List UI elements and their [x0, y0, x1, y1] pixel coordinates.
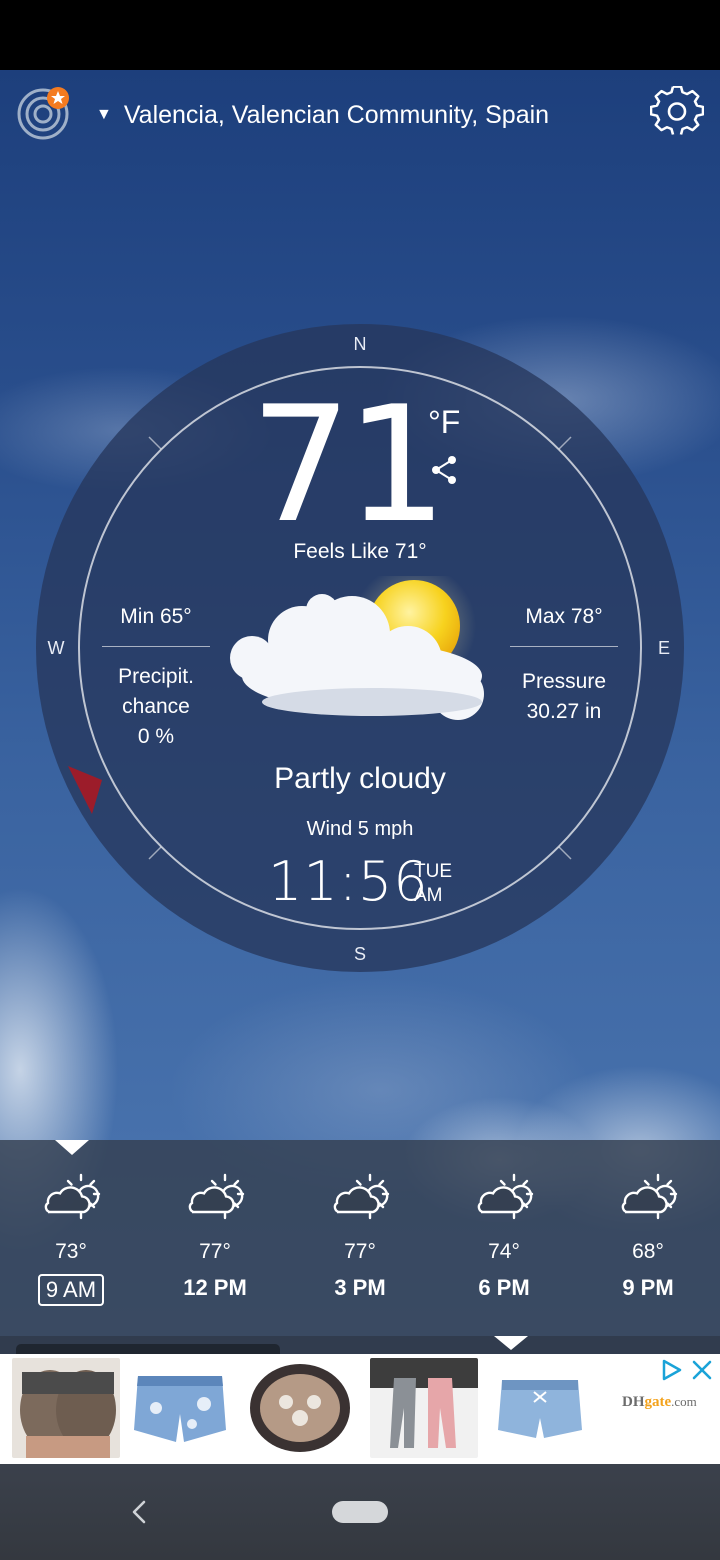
denim-shorts-product[interactable] [12, 1358, 120, 1458]
precip-value: 0 % [137, 725, 175, 748]
brand-gate: gate [644, 1394, 672, 1410]
gear-icon [649, 85, 705, 135]
hourly-temperature: 68° [632, 1240, 664, 1263]
strip-pointer [494, 1336, 528, 1350]
settings-button[interactable] [649, 85, 705, 140]
partly-cloudy-icon [621, 1173, 678, 1220]
drag-handle[interactable] [16, 1344, 280, 1354]
temperature-unit[interactable]: °F [428, 404, 460, 441]
hourly-temperature: 74° [488, 1240, 520, 1263]
hourly-time: 12 PM [183, 1275, 247, 1300]
leggings-product[interactable] [370, 1358, 478, 1458]
partly-cloudy-icon [333, 1173, 390, 1220]
wind-speed: Wind 5 mph [306, 818, 414, 840]
divider-right [510, 646, 618, 647]
status-bar [0, 0, 720, 70]
hourly-temperature: 77° [199, 1240, 231, 1263]
pressure-label: Pressure [521, 670, 607, 693]
day-ampm: TUE AM [414, 860, 452, 908]
precipitation-chance: Precipit. chance 0 % [96, 662, 216, 752]
brand-dh: DH [622, 1394, 645, 1410]
partly-cloudy-large-icon [230, 576, 484, 720]
radar-icon [17, 87, 69, 140]
location-name: Valencia, Valencian Community, Spain [123, 100, 550, 129]
back-icon[interactable] [126, 1494, 152, 1530]
partly-cloudy-icon [44, 1173, 101, 1220]
ad-brand-logo[interactable]: DHgate.com [622, 1394, 708, 1411]
hourly-temperature: 77° [344, 1240, 376, 1263]
hourly-item[interactable]: 77° 3 PM [310, 1172, 410, 1312]
am-pm: AM [414, 885, 443, 906]
share-icon [432, 456, 456, 484]
radar-button[interactable] [16, 86, 72, 142]
lace-up-shorts-product[interactable] [486, 1358, 594, 1458]
hourly-temperature: 73° [55, 1240, 87, 1263]
hourly-time: 3 PM [334, 1275, 386, 1300]
hourly-item[interactable]: 73° 9 AM [21, 1172, 121, 1312]
home-pill[interactable] [332, 1501, 388, 1523]
max-temperature: Max 78° [525, 605, 603, 628]
day-of-week: TUE [414, 861, 452, 882]
location-selector[interactable]: ▼ Valencia, Valencian Community, Spain [96, 98, 549, 132]
dropdown-caret-icon: ▼ [96, 106, 112, 123]
current-temperature: 71 [250, 371, 448, 558]
pearl-oyster-product[interactable] [246, 1358, 354, 1458]
hourly-item[interactable]: 68° 9 PM [598, 1172, 698, 1312]
brand-com: .com [671, 1394, 697, 1409]
weather-condition: Partly cloudy [274, 762, 446, 795]
share-button[interactable] [428, 454, 460, 486]
current-time: 11:56 [268, 850, 429, 913]
hourly-selection-pointer [55, 1140, 89, 1155]
precip-label-line2: chance [122, 695, 190, 718]
hourly-time: 9 PM [622, 1275, 674, 1300]
partly-cloudy-icon [477, 1173, 534, 1220]
pressure-value: 30.27 in [526, 700, 602, 723]
hourly-item[interactable]: 77° 12 PM [165, 1172, 265, 1312]
feels-like: Feels Like 71° [293, 540, 427, 563]
hourly-time: 9 AM [37, 1274, 105, 1306]
hourly-item[interactable]: 74° 6 PM [454, 1172, 554, 1312]
ad-choices-close-icon[interactable] [660, 1358, 714, 1382]
pressure: Pressure 30.27 in [508, 667, 620, 727]
divider-left [102, 646, 210, 647]
ripped-shorts-product[interactable] [126, 1358, 234, 1458]
precip-label-line1: Precipit. [118, 665, 194, 688]
hourly-time: 6 PM [478, 1275, 530, 1300]
partly-cloudy-icon [188, 1173, 245, 1220]
min-temperature: Min 65° [120, 605, 192, 628]
